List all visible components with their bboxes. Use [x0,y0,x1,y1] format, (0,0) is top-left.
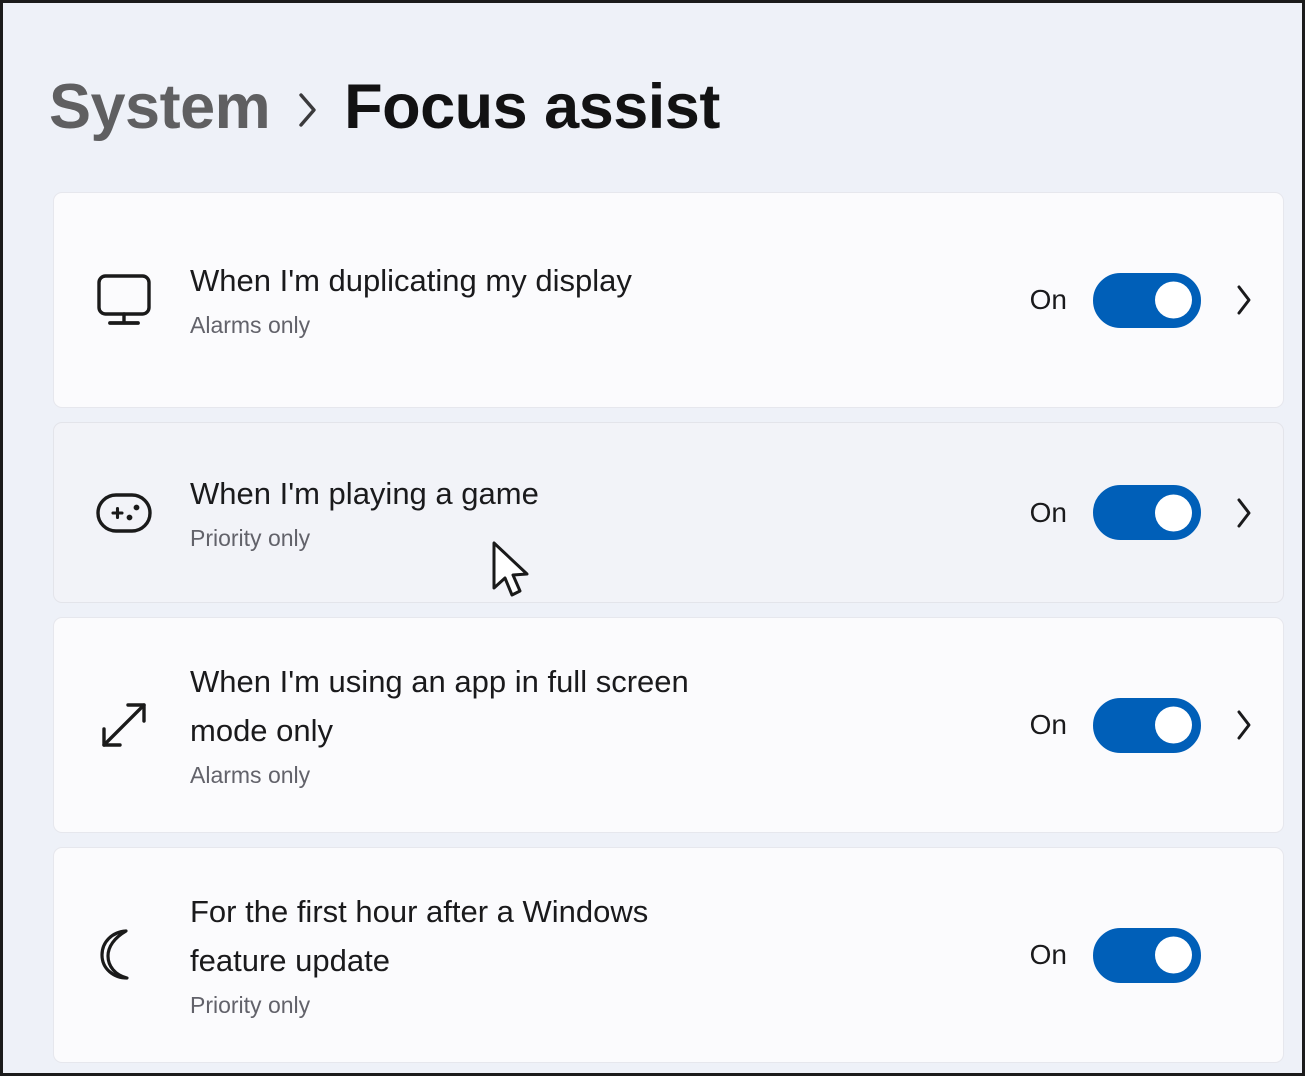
breadcrumb-parent-system[interactable]: System [49,75,271,139]
setting-subtitle: Alarms only [190,312,311,339]
toggle-state-label: On [1029,939,1067,970]
setting-row-playing-game[interactable]: When I'm playing a game Priority only On [53,422,1284,603]
toggle-state-label: On [1029,496,1067,528]
gamepad-icon [86,488,162,538]
setting-controls: On [1021,485,1261,540]
setting-title: When I'm playing a game [190,475,539,511]
expand-chevron-icon[interactable] [1227,705,1261,745]
breadcrumb: System Focus assist [49,61,720,153]
setting-row-duplicating-display[interactable]: When I'm duplicating my display Alarms o… [53,192,1284,408]
toggle-knob [1155,281,1192,319]
setting-text-block: When I'm using an app in full screen mod… [162,658,1021,792]
setting-subtitle: Priority only [190,524,311,551]
toggle-knob [1155,706,1192,744]
settings-page: System Focus assist When I'm duplicating… [3,3,1302,1073]
expand-chevron-icon[interactable] [1227,493,1261,533]
setting-subtitle: Priority only [190,991,311,1018]
setting-controls: On [1021,697,1261,753]
focus-assist-toggle[interactable] [1093,927,1201,983]
toggle-knob [1155,494,1192,531]
chevron-right-icon [292,87,322,133]
setting-row-full-screen-app[interactable]: When I'm using an app in full screen mod… [53,617,1284,833]
screenshot-frame: System Focus assist When I'm duplicating… [0,0,1305,1076]
expand-chevron-icon[interactable] [1227,280,1261,320]
page-title: Focus assist [344,71,720,142]
fullscreen-arrows-icon [86,696,162,754]
focus-assist-rules-list: When I'm duplicating my display Alarms o… [53,192,1284,1073]
focus-assist-toggle[interactable] [1093,272,1201,328]
toggle-state-label: On [1029,284,1067,315]
setting-text-block: When I'm playing a game Priority only [162,470,1021,555]
focus-assist-toggle[interactable] [1093,485,1201,540]
setting-text-block: For the first hour after a Windows featu… [162,888,1021,1022]
focus-assist-toggle[interactable] [1093,697,1201,753]
toggle-knob [1155,936,1192,974]
setting-text-block: When I'm duplicating my display Alarms o… [162,257,1021,342]
setting-title: For the first hour after a Windows featu… [190,893,649,978]
setting-subtitle: Alarms only [190,761,311,788]
setting-controls: On [1021,272,1261,328]
setting-row-windows-feature-update[interactable]: For the first hour after a Windows featu… [53,847,1284,1063]
moon-icon [86,925,162,985]
setting-title: When I'm duplicating my display [190,263,632,299]
monitor-icon [86,271,162,329]
toggle-state-label: On [1029,709,1067,740]
setting-controls: On [1021,927,1261,983]
setting-title: When I'm using an app in full screen mod… [190,663,689,748]
